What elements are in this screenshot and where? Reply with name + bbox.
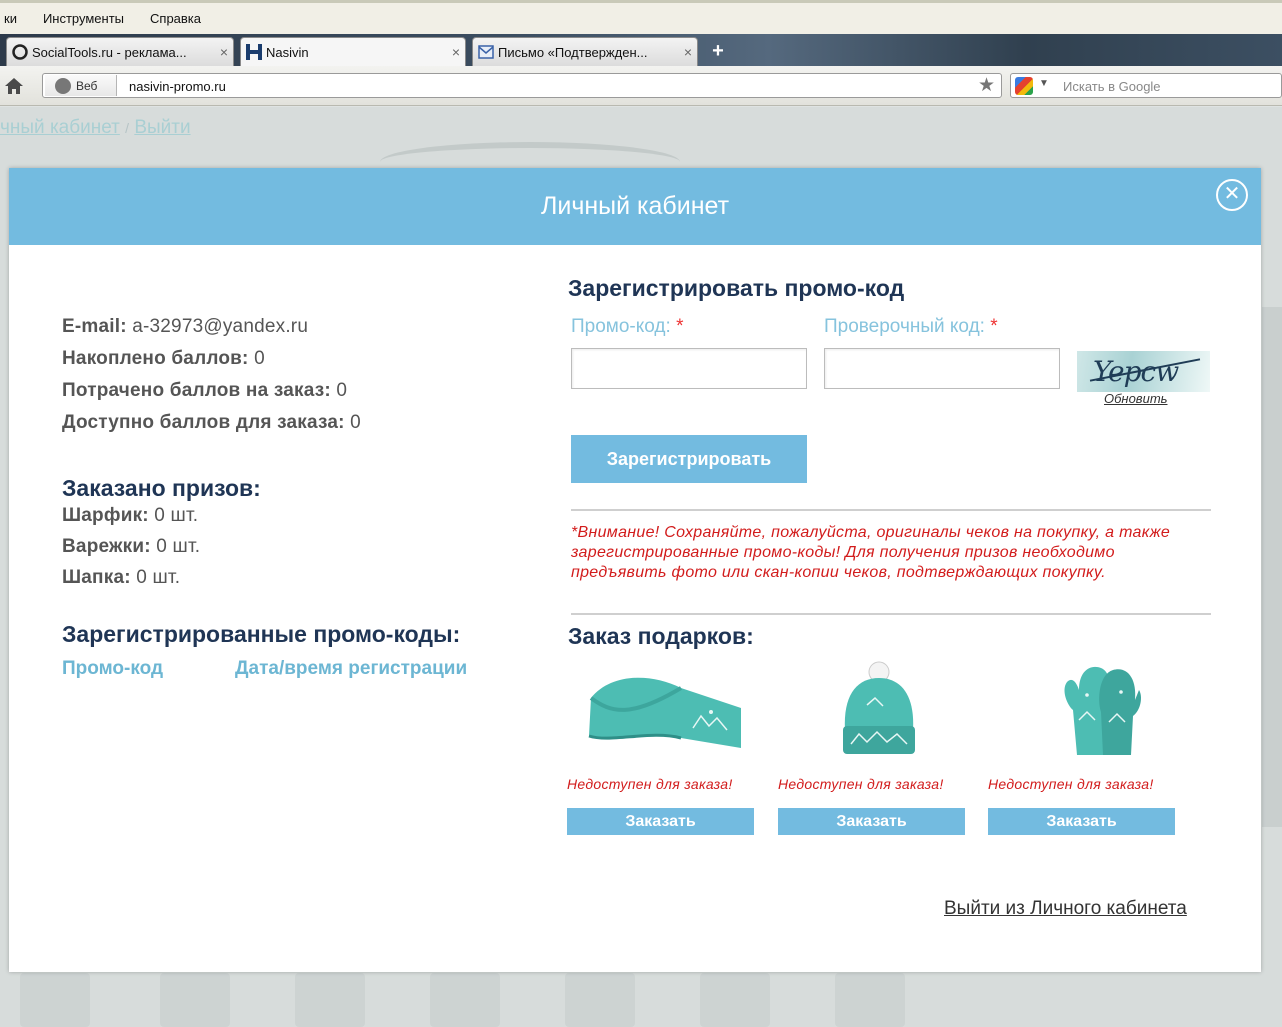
- scarf-image: [581, 668, 743, 763]
- ordered-item-label: Шарфик:: [62, 505, 149, 526]
- warning-text: *Внимание! Сохраняйте, пожалуйста, ориги…: [571, 524, 1171, 581]
- spent-line: Потрачено баллов на заказ: 0: [62, 380, 347, 402]
- background-product: [20, 973, 90, 1027]
- ordered-item: Шарфик: 0 шт.: [62, 505, 198, 527]
- gifts-title: Заказ подарков:: [568, 623, 754, 649]
- globe-icon: [55, 77, 71, 94]
- cabinet-modal: Личный кабинет ✕ E-mail: a-32973@yandex.…: [9, 168, 1261, 972]
- link-logout[interactable]: Выйти: [134, 117, 190, 138]
- email-value: a-32973@yandex.ru: [132, 316, 309, 337]
- available-line: Доступно баллов для заказа: 0: [62, 412, 361, 434]
- search-box[interactable]: ▼ Искать в Google: [1010, 73, 1282, 98]
- ordered-item: Шапка: 0 шт.: [62, 567, 180, 589]
- required-mark: *: [676, 316, 684, 337]
- mail-icon: [477, 43, 495, 61]
- page-top-links: чный кабинет / Выйти: [0, 117, 191, 139]
- tab-nasivin[interactable]: Nasivin ×: [240, 37, 466, 66]
- ordered-item-label: Варежки:: [62, 536, 151, 557]
- check-code-input[interactable]: [824, 348, 1060, 389]
- ordered-prizes-title: Заказано призов:: [62, 475, 261, 501]
- nasivin-favicon-icon: [245, 43, 263, 61]
- opera-icon: [11, 43, 29, 61]
- accumulated-label: Накоплено баллов:: [62, 348, 249, 369]
- gift-status: Недоступен для заказа!: [778, 776, 944, 792]
- order-mittens-button[interactable]: Заказать: [988, 808, 1175, 835]
- divider: [571, 613, 1211, 615]
- menu-item-tools[interactable]: Инструменты: [39, 11, 130, 26]
- ordered-item-value: 0 шт.: [154, 505, 199, 526]
- navigation-bar: Веб nasivin-promo.ru ★ ▼ Искать в Google: [0, 66, 1282, 106]
- tab-title: SocialTools.ru - реклама...: [32, 44, 187, 60]
- site-identity-label: Веб: [76, 78, 98, 93]
- tab-title: Письмо «Подтвержден...: [498, 44, 648, 60]
- background-product: [835, 973, 905, 1027]
- chevron-down-icon[interactable]: ▼: [1039, 78, 1049, 89]
- register-button[interactable]: Зарегистрировать: [571, 435, 807, 483]
- spent-label: Потрачено баллов на заказ:: [62, 380, 331, 401]
- ordered-item-value: 0 шт.: [156, 536, 201, 557]
- site-identity-button[interactable]: Веб: [45, 75, 117, 96]
- available-value: 0: [350, 412, 361, 433]
- tab-title: Nasivin: [266, 44, 309, 60]
- gift-status: Недоступен для заказа!: [988, 776, 1154, 792]
- bookmark-star-icon[interactable]: ★: [978, 76, 995, 95]
- tab-close-icon[interactable]: ×: [679, 44, 697, 60]
- tab-bar: SocialTools.ru - реклама... × Nasivin × …: [0, 34, 1282, 66]
- google-icon[interactable]: [1015, 77, 1033, 95]
- logout-link[interactable]: Выйти из Личного кабинета: [944, 898, 1187, 920]
- order-scarf-button[interactable]: Заказать: [567, 808, 754, 835]
- menu-bar: ки Инструменты Справка: [0, 0, 1282, 34]
- required-mark: *: [990, 316, 998, 337]
- promo-code-label-text: Промо-код:: [571, 316, 671, 337]
- home-icon[interactable]: [4, 76, 24, 96]
- menu-item-partial[interactable]: ки: [0, 11, 23, 26]
- column-registration-date: Дата/время регистрации: [235, 658, 468, 679]
- ordered-item-label: Шапка:: [62, 567, 131, 588]
- check-code-label: Проверочный код: *: [824, 316, 998, 338]
- captcha-refresh-link[interactable]: Обновить: [1104, 391, 1168, 406]
- new-tab-button[interactable]: +: [706, 40, 730, 64]
- background-product: [430, 973, 500, 1027]
- background-products-strip: [0, 973, 1282, 1027]
- modal-title: Личный кабинет: [540, 192, 730, 220]
- background-product: [700, 973, 770, 1027]
- order-hat-button[interactable]: Заказать: [778, 808, 965, 835]
- email-line: E-mail: a-32973@yandex.ru: [62, 316, 308, 338]
- background-product: [160, 973, 230, 1027]
- link-separator: /: [125, 120, 130, 136]
- available-label: Доступно баллов для заказа:: [62, 412, 345, 433]
- background-product: [295, 973, 365, 1027]
- tab-mail[interactable]: Письмо «Подтвержден... ×: [472, 37, 698, 66]
- mittens-image: [1057, 660, 1143, 765]
- email-label: E-mail:: [62, 316, 127, 337]
- divider: [571, 509, 1211, 511]
- tab-socialtools[interactable]: SocialTools.ru - реклама... ×: [6, 37, 234, 66]
- tab-close-icon[interactable]: ×: [215, 44, 233, 60]
- promo-code-input[interactable]: [571, 348, 807, 389]
- background-product: [565, 973, 635, 1027]
- promo-code-label: Промо-код: *: [571, 316, 683, 338]
- ordered-item: Варежки: 0 шт.: [62, 536, 200, 558]
- gift-status: Недоступен для заказа!: [567, 776, 733, 792]
- hat-image: [837, 660, 921, 765]
- search-input[interactable]: Искать в Google: [1063, 79, 1161, 94]
- ordered-item-value: 0 шт.: [136, 567, 181, 588]
- menu-item-help[interactable]: Справка: [146, 11, 207, 26]
- registered-codes-title: Зарегистрированные промо-коды:: [62, 621, 461, 647]
- background-side-panel: [1262, 307, 1282, 827]
- close-icon[interactable]: ✕: [1216, 179, 1248, 211]
- link-cabinet[interactable]: чный кабинет: [0, 117, 120, 138]
- accumulated-line: Накоплено баллов: 0: [62, 348, 265, 370]
- tab-close-icon[interactable]: ×: [447, 44, 465, 60]
- captcha-image: Yepcw: [1077, 351, 1210, 392]
- column-promo-code: Промо-код: [62, 658, 164, 679]
- url-text[interactable]: nasivin-promo.ru: [129, 79, 226, 94]
- register-promo-title: Зарегистрировать промо-код: [568, 275, 905, 301]
- check-code-label-text: Проверочный код:: [824, 316, 985, 337]
- spent-value: 0: [336, 380, 348, 401]
- accumulated-value: 0: [254, 348, 265, 369]
- address-bar[interactable]: Веб nasivin-promo.ru ★: [42, 73, 1002, 98]
- modal-header: Личный кабинет ✕: [9, 168, 1261, 245]
